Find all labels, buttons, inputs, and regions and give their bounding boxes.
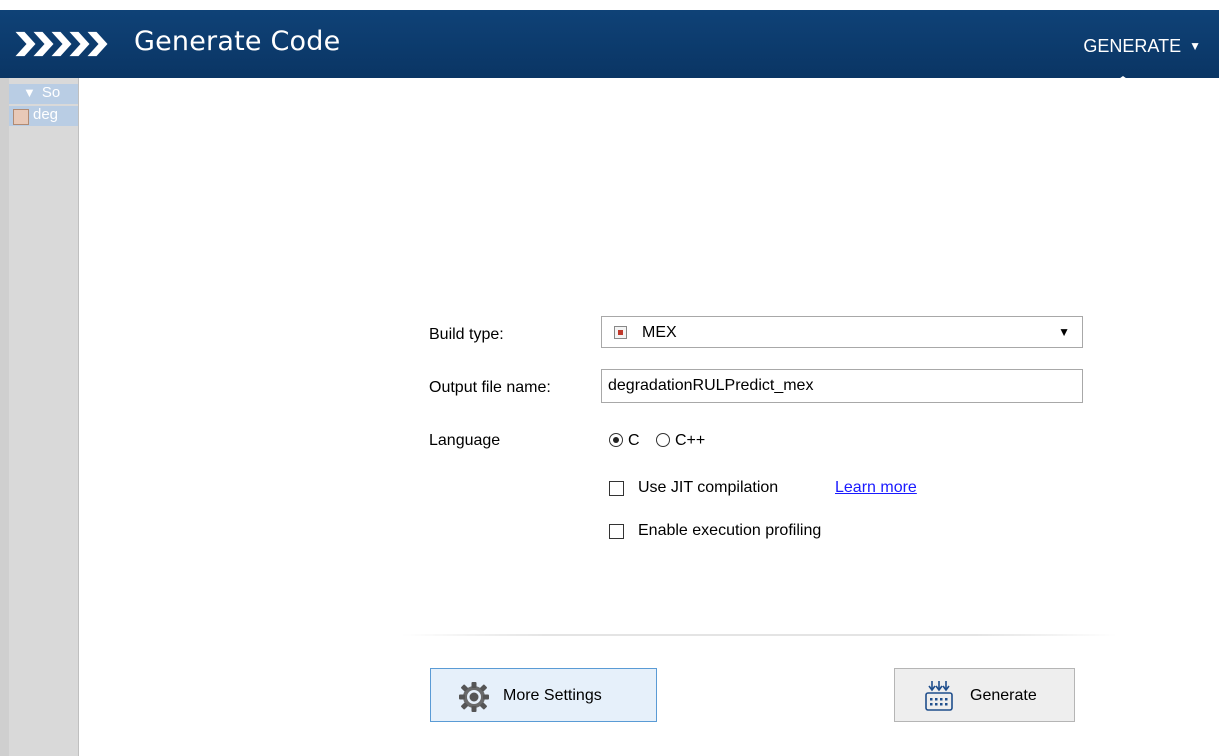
language-c-label: C	[628, 432, 640, 449]
source-tree-label: So	[41, 84, 61, 101]
source-tree-header[interactable]: ▼ So	[9, 84, 78, 104]
matlab-file-icon	[13, 109, 29, 125]
generate-menu[interactable]: GENERATE ▼	[1083, 36, 1201, 57]
generate-menu-label: GENERATE	[1083, 36, 1182, 56]
language-cpp-label: C++	[675, 432, 706, 449]
build-type-value: MEX	[642, 324, 677, 341]
source-file-label: deg	[33, 106, 59, 123]
sidebar-strip	[0, 78, 9, 756]
menu-pointer-notch	[1106, 76, 1140, 88]
jit-compilation-checkbox[interactable]	[609, 481, 624, 496]
mex-icon	[614, 326, 627, 339]
source-file-item[interactable]: deg	[9, 106, 78, 126]
execution-profiling-checkbox[interactable]	[609, 524, 624, 539]
learn-more-link[interactable]: Learn more	[835, 479, 917, 497]
output-file-name-label: Output file name:	[429, 379, 551, 396]
dropdown-arrow-icon[interactable]: ▼	[1058, 325, 1070, 339]
header-bar: Generate Code GENERATE ▼	[0, 10, 1219, 88]
collapse-triangle-icon[interactable]: ▼	[23, 85, 36, 100]
generate-label: Generate	[970, 687, 1037, 704]
workflow-arrows-icon	[15, 31, 108, 57]
language-label: Language	[429, 432, 501, 449]
build-type-label: Build type:	[429, 326, 504, 343]
language-cpp-radio[interactable]	[656, 433, 670, 447]
more-settings-button[interactable]: More Settings	[430, 668, 657, 722]
jit-compilation-label: Use JIT compilation	[638, 479, 779, 496]
output-file-name-input[interactable]: degradationRULPredict_mex	[601, 369, 1083, 403]
gear-icon	[459, 682, 489, 712]
generate-button[interactable]: Generate	[894, 668, 1075, 722]
left-sidebar: ▼ So deg	[0, 78, 79, 756]
section-divider	[402, 634, 1118, 636]
language-c-radio[interactable]	[609, 433, 623, 447]
generate-code-window: Generate Code GENERATE ▼ ▼ So deg Build ty…	[0, 0, 1219, 756]
caret-down-icon: ▼	[1189, 39, 1201, 53]
build-type-dropdown[interactable]: MEX ▼	[601, 316, 1083, 348]
code-generate-icon	[925, 681, 953, 711]
more-settings-label: More Settings	[503, 687, 602, 704]
execution-profiling-label: Enable execution profiling	[638, 522, 822, 539]
page-title: Generate Code	[134, 26, 341, 57]
